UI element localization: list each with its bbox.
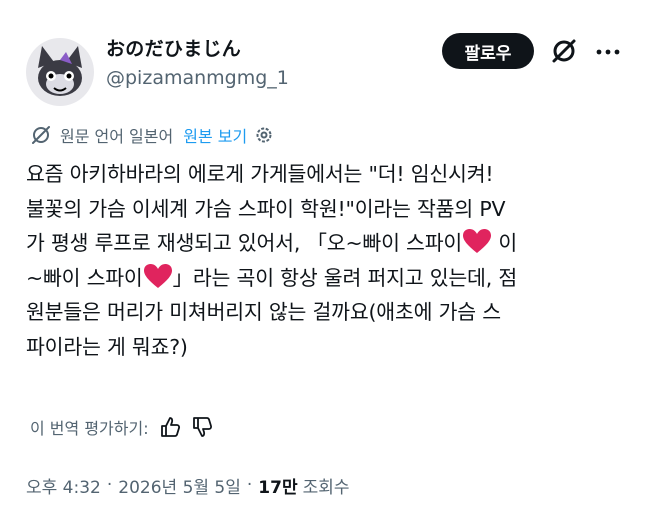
user-handle[interactable]: @pizamanmgmg_1 — [106, 67, 289, 89]
translation-bar: 원문 언어 일본어 원본 보기 — [30, 121, 275, 149]
globe-translate-icon — [32, 126, 50, 144]
heart-emoji-icon — [143, 263, 172, 288]
views-label: 조회수 — [302, 477, 350, 498]
tweet-time[interactable]: 오후 4:32 — [26, 473, 101, 498]
views-count: 17만 — [258, 477, 298, 498]
avatar[interactable] — [26, 38, 94, 106]
tweet-meta: 오후 4:32 · 2026년 5월 5일 · 17만 조회수 — [26, 471, 350, 499]
separator: · — [246, 475, 253, 495]
tweet-text: 요즘 아키하바라의 에로게 가게들에서는 "더! 임신시켜! 불꽃의 가슴 이세… — [26, 157, 626, 364]
rate-translation-label: 이 번역 평가하기: — [30, 419, 149, 438]
show-original-link[interactable]: 원본 보기 — [183, 123, 247, 147]
translation-source-label: 원문 언어 일본어 — [60, 127, 174, 146]
heart-emoji-icon — [463, 229, 492, 253]
grok-icon[interactable] — [550, 37, 578, 65]
tweet-text-part: 요즘 아키하바라의 에로게 가게들에서는 "더! 임신시켜! 불꽃의 가슴 이세… — [26, 162, 506, 255]
separator: · — [106, 475, 113, 495]
display-name[interactable]: おのだひまじん — [106, 34, 241, 61]
tweet-date[interactable]: 2026년 5월 5일 — [118, 473, 241, 498]
thumbs-up-icon[interactable] — [159, 416, 181, 438]
gear-icon[interactable] — [253, 124, 275, 146]
follow-button[interactable]: 팔로우 — [442, 33, 534, 69]
rate-translation-row: 이 번역 평가하기: — [30, 413, 213, 441]
more-dots-icon[interactable] — [596, 49, 620, 55]
thumbs-down-icon[interactable] — [191, 416, 213, 438]
